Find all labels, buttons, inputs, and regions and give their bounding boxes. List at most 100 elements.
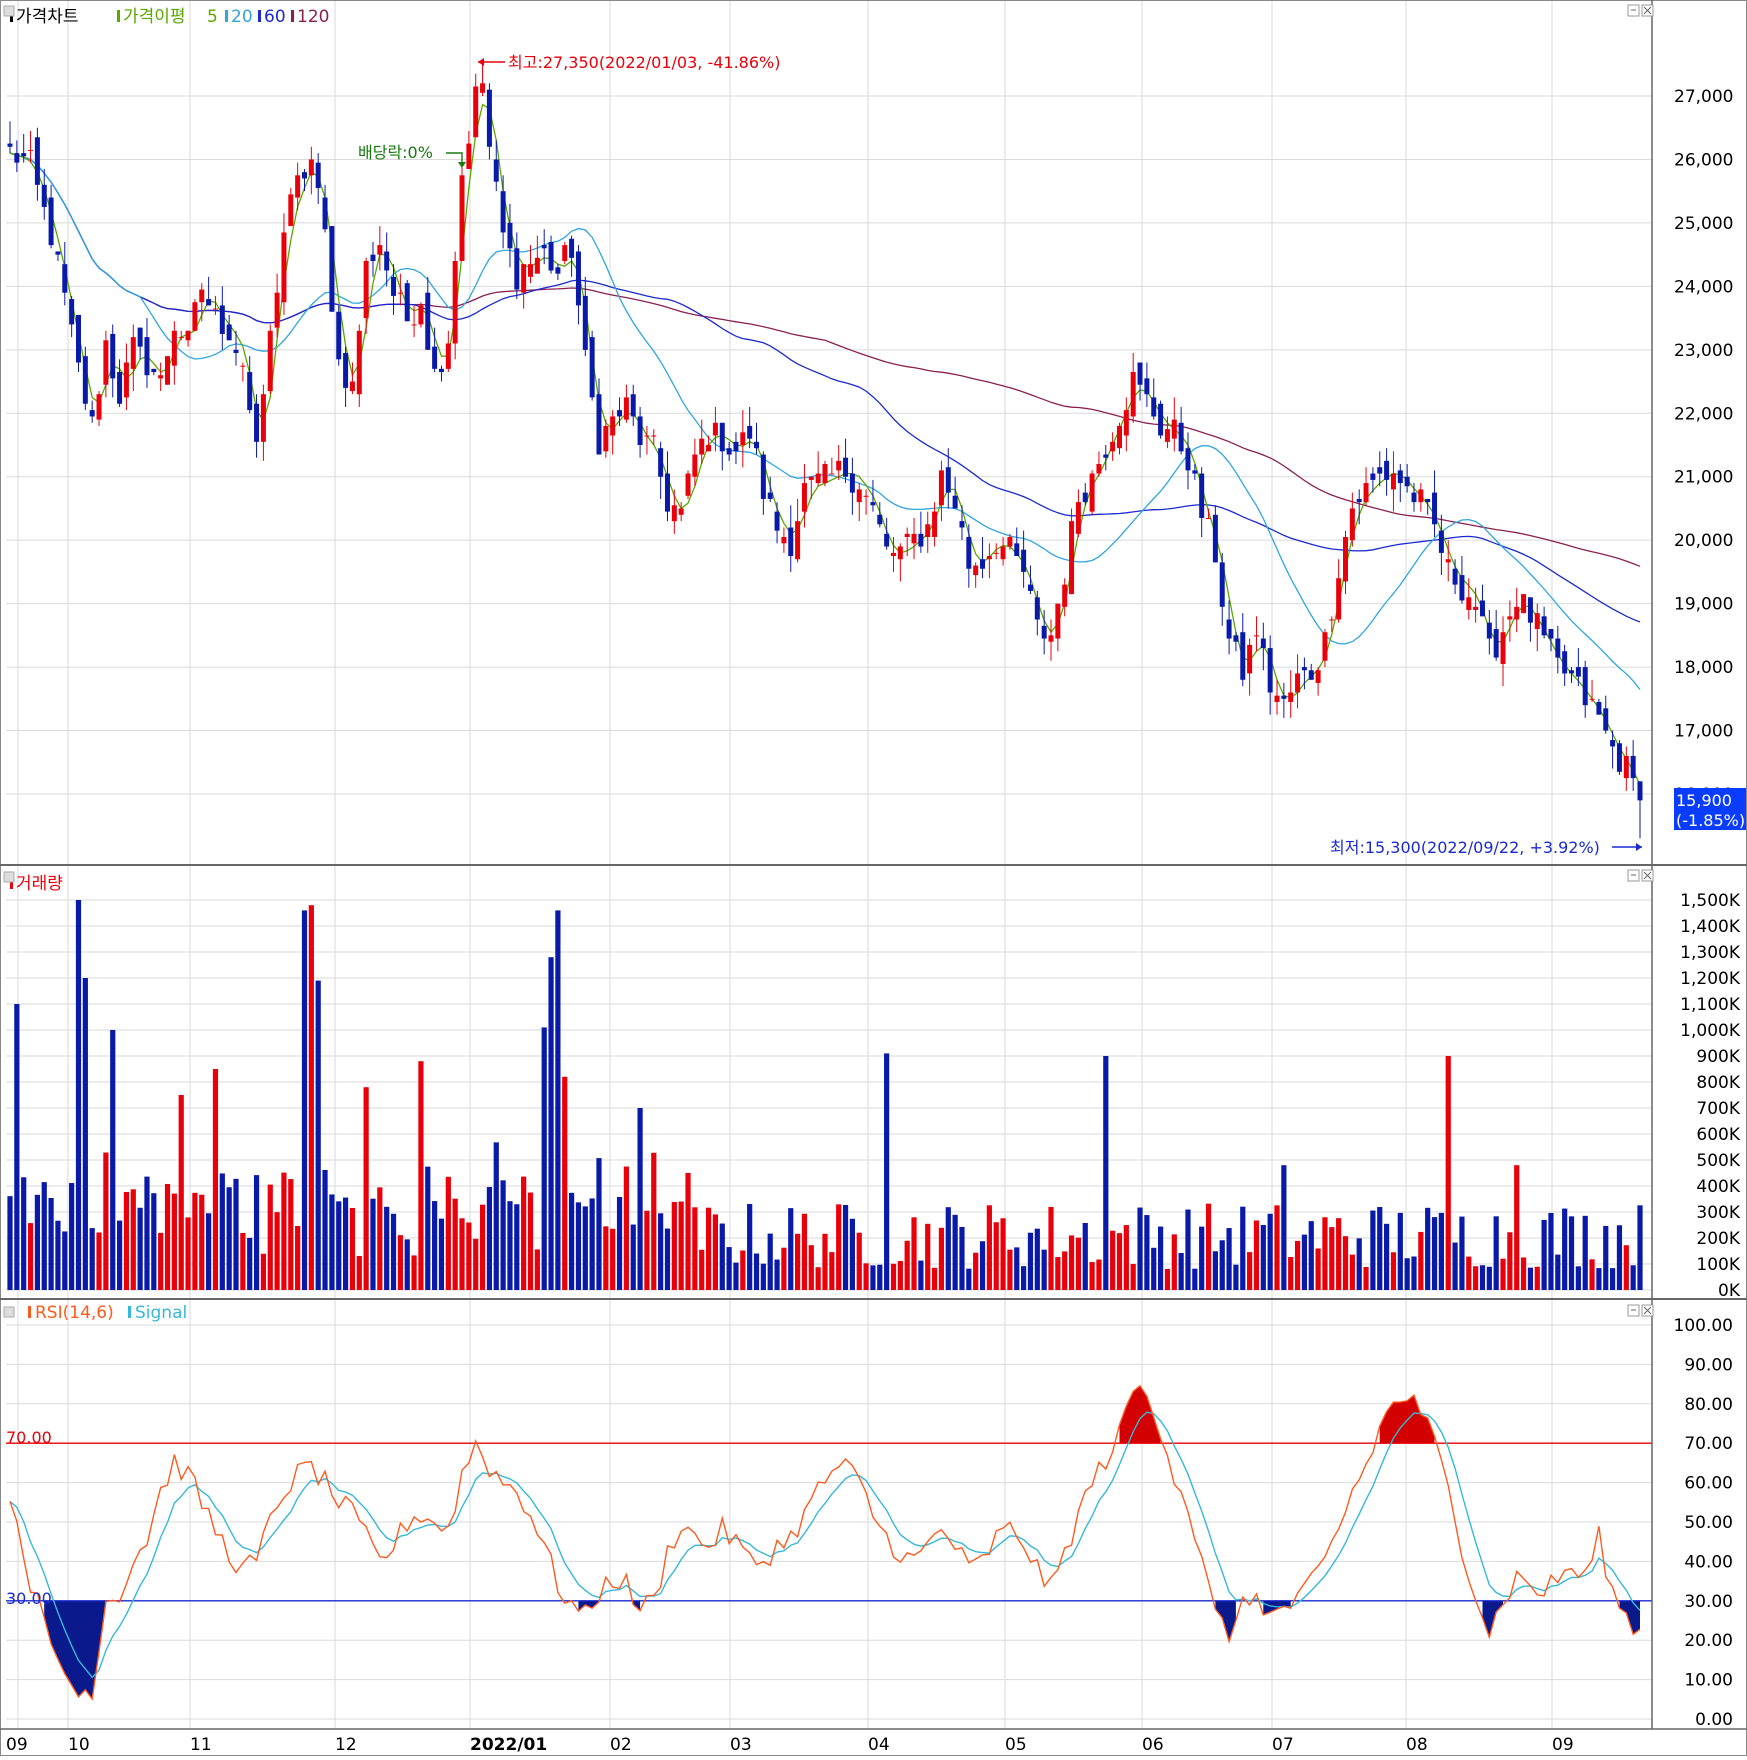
panel-menu-icons[interactable] [3,5,15,1318]
volume-bar [747,1204,753,1290]
volume-tick-label: 800K [1696,1073,1740,1093]
current-price: 15,900 [1676,791,1732,810]
candle-body [1582,667,1588,706]
x-tick-label: 10 [68,1735,90,1755]
candle-body [1466,597,1472,610]
candle-body [630,394,636,417]
dividend-annotation: 배당락:0% [358,143,466,168]
candle-body [534,257,540,274]
candle-body [329,226,335,312]
volume-bar [212,1069,219,1290]
volume-bar [1219,1240,1225,1290]
volume-bar [1089,1262,1095,1290]
volume-menu-icon[interactable] [3,871,15,883]
volume-bar [1164,1268,1171,1290]
volume-bar [1336,1218,1342,1290]
candle-body [1623,755,1629,779]
volume-bar [931,1267,938,1290]
price-panel-controls[interactable] [1627,4,1654,17]
volume-bar [582,1206,588,1290]
x-tick-label: 09 [1552,1735,1574,1755]
volume-bar [82,978,88,1290]
candle-body [1569,670,1575,674]
candle-body [932,511,938,538]
candle-body [1308,670,1314,680]
x-tick-label: 03 [730,1735,752,1755]
candle-body [1343,537,1349,582]
volume-bar [712,1214,719,1290]
price-menu-icon[interactable] [3,5,15,17]
volume-bar [596,1158,602,1290]
volume-tick-label: 300K [1696,1203,1740,1223]
volume-bar [363,1087,369,1290]
volume-bar [1144,1215,1150,1290]
volume-bar [1007,1249,1013,1290]
ma-legend-label: 가격이평 [123,7,186,27]
candle-body [1014,543,1020,557]
volume-bar [521,1176,527,1290]
x-tick-label: 04 [868,1735,890,1755]
candle-body [1110,441,1116,452]
volume-bar [336,1201,342,1290]
x-tick-label: 09 [6,1735,28,1755]
volume-bar [993,1222,999,1290]
candle-body [692,454,698,477]
volume-bar [199,1194,205,1290]
volume-tick-label: 1,300K [1680,943,1741,963]
volume-bar [151,1193,157,1290]
candle-body [1404,476,1410,487]
volume-bar [14,1004,20,1290]
x-tick-label: 12 [335,1735,357,1755]
volume-bar [295,1225,301,1290]
price-tick-label: 17,000 [1674,722,1733,742]
volume-bar [1075,1237,1082,1290]
volume-bar [1260,1224,1266,1290]
volume-bar [616,1196,623,1290]
candle-body [349,381,355,392]
volume-bar [1445,1056,1451,1290]
volume-bar [856,1232,862,1290]
volume-bar [1459,1216,1465,1290]
price-tick-label: 26,000 [1674,150,1733,170]
volume-bar [21,1177,27,1290]
volume-bar [137,1207,143,1290]
volume-bar [1130,1263,1136,1290]
candle-body [110,333,116,379]
volume-bar [1610,1268,1616,1290]
volume-bar [500,1180,506,1290]
candle-body [555,267,561,274]
candle-body [788,527,794,557]
candle-body [233,349,239,353]
candle-body [521,264,527,293]
candle-body [719,422,725,452]
candle-body [1322,632,1328,661]
volume-bar [507,1201,513,1290]
candle-body [418,305,424,325]
volume-bar [575,1202,582,1290]
candle-body [411,324,417,326]
volume-bar [1500,1258,1506,1290]
signal-line [9,1411,1641,1679]
candle-body [466,143,472,169]
stock-chart: 27,000 26,000 25,000 24,000 23,000 22,000 21,0… [0,0,1747,1756]
candle-body [610,416,616,436]
candle-body [589,337,595,398]
candle-body [322,197,328,230]
candle-body [726,448,732,455]
rsi-panel-controls[interactable] [1627,1304,1654,1317]
volume-panel-controls[interactable] [1627,869,1654,882]
candle-body [1555,638,1561,658]
candle-body [870,502,876,506]
x-tick-label: 07 [1272,1735,1294,1755]
rsi-menu-icon[interactable] [3,1306,15,1318]
volume-bar [7,1196,13,1290]
candle-body [1178,422,1184,452]
volume-bar [1397,1212,1403,1290]
volume-bar [897,1261,903,1290]
volume-bar [541,1027,547,1290]
candle-body [48,197,54,246]
candle-body [247,372,253,411]
candle-body [1260,638,1266,649]
candle-body [1329,619,1335,621]
volume-bar [918,1260,924,1290]
